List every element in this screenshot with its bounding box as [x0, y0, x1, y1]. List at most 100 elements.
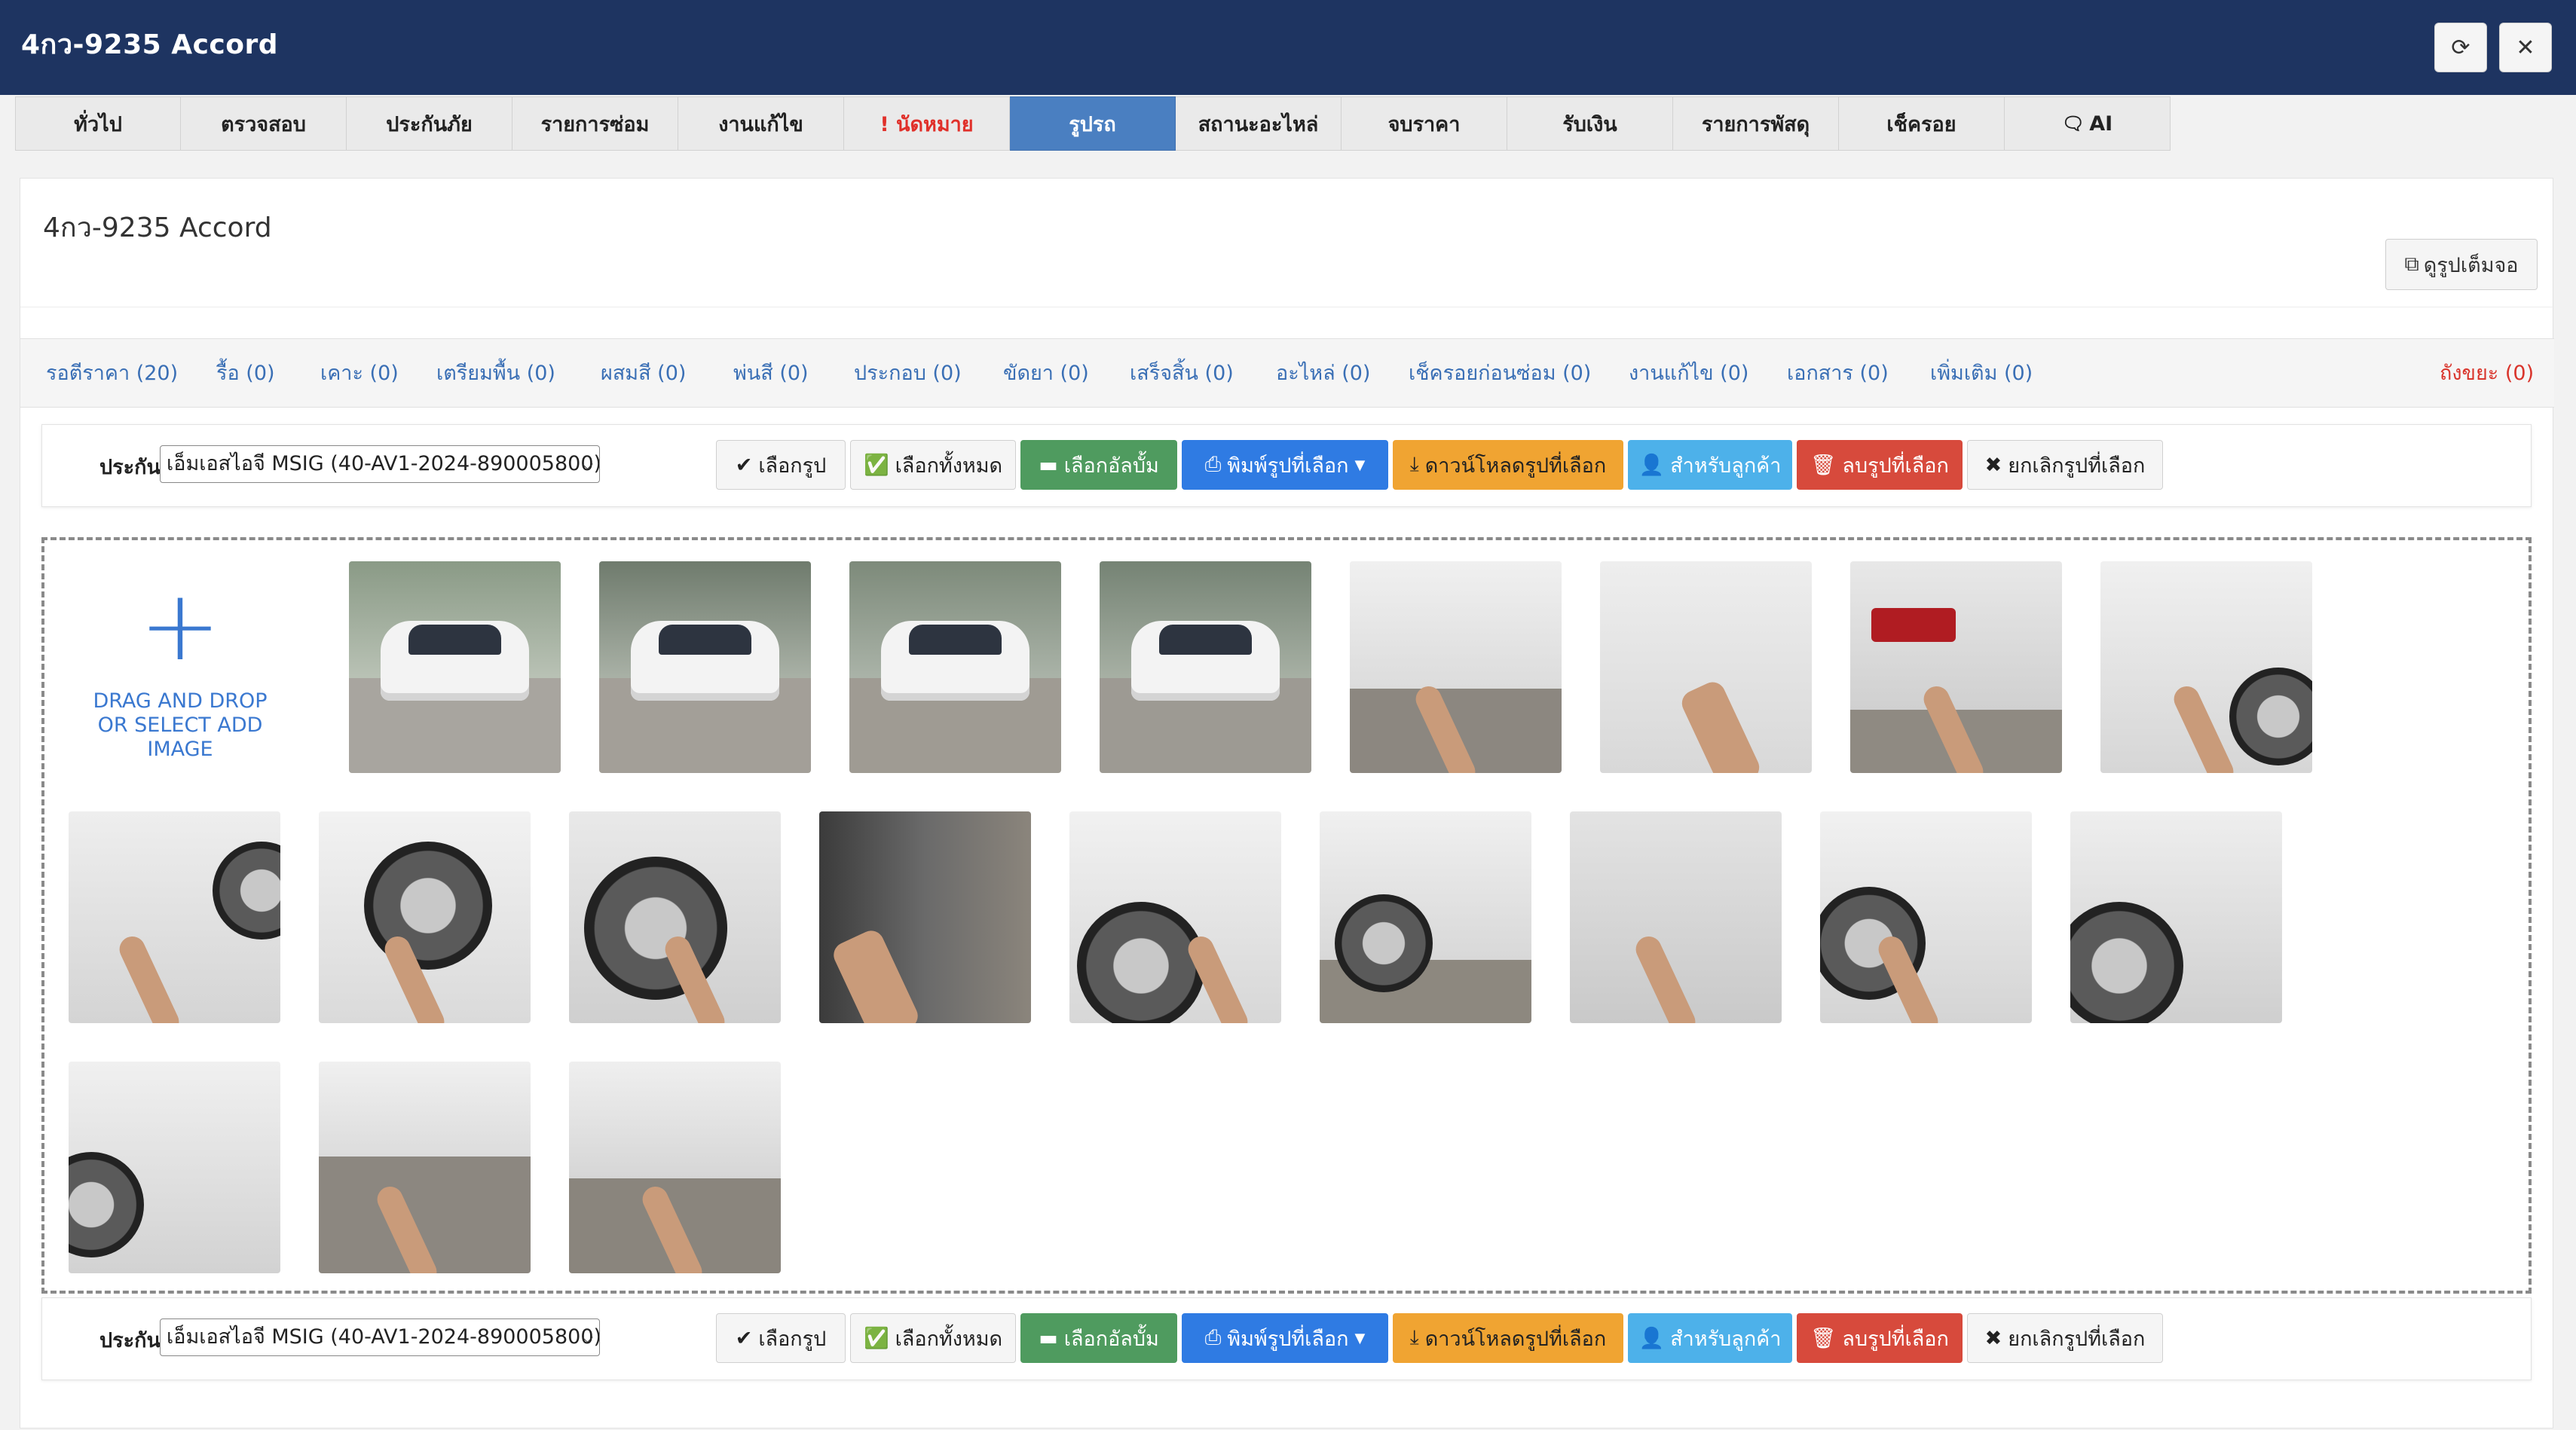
button-label: สำหรับลูกค้า — [1670, 454, 1782, 478]
external-link-icon: ⧉ — [2404, 252, 2419, 276]
print-selected-button[interactable]: ⎙ พิมพ์รูปที่เลือก ▼ — [1182, 1313, 1388, 1363]
category-panel-beating[interactable]: เคาะ (0) — [320, 339, 399, 408]
tab-label: สถานะอะไหล่ — [1198, 112, 1319, 136]
photo-thumbnail[interactable] — [319, 811, 531, 1023]
category-painting[interactable]: พ่นสี (0) — [733, 339, 809, 408]
photo-thumbnail[interactable] — [819, 811, 1031, 1023]
photo-thumbnail[interactable] — [1850, 561, 2062, 773]
photo-thumbnail[interactable] — [599, 561, 811, 773]
select-all-button[interactable]: ✅ เลือกทั้งหมด — [850, 1313, 1016, 1363]
category-parts[interactable]: อะไหล่ (0) — [1276, 339, 1370, 408]
tab-final-price[interactable]: จบราคา — [1342, 96, 1507, 151]
category-color-mixing[interactable]: ผสมสี (0) — [601, 339, 686, 408]
photo-thumbnail[interactable] — [2100, 561, 2312, 773]
trash-icon: 🗑 — [1810, 454, 1837, 477]
tab-parts-status[interactable]: สถานะอะไหล่ — [1176, 96, 1342, 151]
download-selected-button[interactable]: ⤓ ดาวน์โหลดรูปที่เลือก — [1393, 440, 1623, 490]
photo-thumbnail[interactable] — [2070, 811, 2282, 1023]
category-assembly[interactable]: ประกอบ (0) — [854, 339, 962, 408]
photo-thumbnail[interactable] — [1350, 561, 1562, 773]
close-button[interactable]: ✕ — [2499, 23, 2552, 72]
category-polishing[interactable]: ขัดยา (0) — [1003, 339, 1089, 408]
chevron-down-icon: ⌵ — [581, 455, 593, 473]
category-dismantle[interactable]: รื้อ (0) — [216, 339, 275, 408]
tab-general[interactable]: ทั่วไป — [15, 96, 181, 151]
tab-repair-list[interactable]: รายการซ่อม — [512, 96, 678, 151]
fullscreen-button[interactable]: ⧉ ดูรูปเต็มจอ — [2385, 239, 2538, 290]
photo-thumbnail[interactable] — [569, 1062, 781, 1273]
select-photo-button[interactable]: ✔ เลือกรูป — [716, 1313, 846, 1363]
tab-parcels[interactable]: รายการพัสดุ — [1673, 96, 1839, 151]
select-photo-button[interactable]: ✔ เลือกรูป — [716, 440, 846, 490]
category-trash[interactable]: ถังขยะ (0) — [2440, 339, 2534, 408]
tab-payment[interactable]: รับเงิน — [1507, 96, 1673, 151]
tab-appointment[interactable]: ! นัดหมาย — [844, 96, 1010, 151]
photo-thumbnail[interactable] — [349, 561, 561, 773]
times-icon: ✖ — [1984, 453, 2002, 477]
for-customer-button[interactable]: 👤 สำหรับลูกค้า — [1628, 440, 1792, 490]
select-all-button[interactable]: ✅ เลือกทั้งหมด — [850, 440, 1016, 490]
photo-toolbar-top: ประกัน เอ็มเอสไอจี MSIG (40-AV1-2024-890… — [41, 424, 2532, 507]
tab-inspection[interactable]: ตรวจสอบ — [181, 96, 347, 151]
photo-thumbnail[interactable] — [1820, 811, 2032, 1023]
check-icon: ✔ — [735, 453, 753, 477]
category-rework[interactable]: งานแก้ไข (0) — [1629, 339, 1748, 408]
photo-thumbnail[interactable] — [569, 811, 781, 1023]
tab-insurance[interactable]: ประกันภัย — [347, 96, 512, 151]
select-album-button[interactable]: ▬ เลือกอัลบั้ม — [1020, 440, 1177, 490]
tab-label: ทั่วไป — [74, 112, 122, 136]
tab-ai[interactable]: 🗨 AI — [2005, 96, 2171, 151]
add-image-tile[interactable]: + DRAG AND DROP OR SELECT ADD IMAGE — [67, 561, 293, 772]
photo-thumbnail[interactable] — [1570, 811, 1782, 1023]
tab-damage-check[interactable]: เช็ครอย — [1839, 96, 2005, 151]
deselect-button[interactable]: ✖ ยกเลิกรูปที่เลือก — [1967, 440, 2163, 490]
insurance-select[interactable]: เอ็มเอสไอจี MSIG (40-AV1-2024-890005800)… — [160, 445, 600, 483]
times-icon: ✖ — [1984, 1326, 2002, 1350]
insurance-label: ประกัน — [99, 456, 161, 479]
tab-label: รายการซ่อม — [540, 112, 650, 136]
category-surface-prep[interactable]: เตรียมพื้น (0) — [436, 339, 555, 408]
for-customer-button[interactable]: 👤 สำหรับลูกค้า — [1628, 1313, 1792, 1363]
category-additional[interactable]: เพิ่มเติม (0) — [1930, 339, 2033, 408]
button-label: พิมพ์รูปที่เลือก — [1227, 1327, 1349, 1351]
category-tabs: รอตีราคา (20) รื้อ (0) เคาะ (0) เตรียมพื… — [20, 338, 2554, 408]
delete-selected-button[interactable]: 🗑 ลบรูปที่เลือก — [1797, 440, 1963, 490]
tab-label: เช็ครอย — [1886, 112, 1956, 136]
print-selected-button[interactable]: ⎙ พิมพ์รูปที่เลือก ▼ — [1182, 440, 1388, 490]
tab-label: รายการพัสดุ — [1701, 112, 1810, 136]
photo-thumbnail[interactable] — [1600, 561, 1812, 773]
select-album-button[interactable]: ▬ เลือกอัลบั้ม — [1020, 1313, 1177, 1363]
category-documents[interactable]: เอกสาร (0) — [1787, 339, 1889, 408]
delete-selected-button[interactable]: 🗑 ลบรูปที่เลือก — [1797, 1313, 1963, 1363]
folder-icon: ▬ — [1039, 453, 1058, 477]
category-pre-repair-check[interactable]: เช็ครอยก่อนซ่อม (0) — [1409, 339, 1591, 408]
button-label: เลือกอัลบั้ม — [1063, 1327, 1159, 1351]
button-label: เลือกทั้งหมด — [895, 1327, 1003, 1351]
category-completed[interactable]: เสร็จสิ้น (0) — [1130, 339, 1234, 408]
photo-thumbnail[interactable] — [319, 1062, 531, 1273]
photo-thumbnail[interactable] — [849, 561, 1061, 773]
download-selected-button[interactable]: ⤓ ดาวน์โหลดรูปที่เลือก — [1393, 1313, 1623, 1363]
insurance-select-value: เอ็มเอสไอจี MSIG (40-AV1-2024-890005800) — [167, 452, 600, 475]
image-dropzone[interactable]: + DRAG AND DROP OR SELECT ADD IMAGE — [41, 537, 2532, 1294]
page-title: 4กว-9235 Accord — [43, 212, 272, 243]
photo-toolbar-bottom: ประกัน เอ็มเอสไอจี MSIG (40-AV1-2024-890… — [41, 1297, 2532, 1380]
photo-thumbnail[interactable] — [1100, 561, 1311, 773]
tab-label: รับเงิน — [1562, 112, 1617, 136]
button-label: ยกเลิกรูปที่เลือก — [2008, 1327, 2146, 1351]
tab-label: ! นัดหมาย — [880, 112, 974, 136]
insurance-select[interactable]: เอ็มเอสไอจี MSIG (40-AV1-2024-890005800)… — [160, 1318, 600, 1356]
button-label: เลือกทั้งหมด — [895, 454, 1003, 478]
deselect-button[interactable]: ✖ ยกเลิกรูปที่เลือก — [1967, 1313, 2163, 1363]
photo-thumbnail[interactable] — [1320, 811, 1531, 1023]
tab-label: AI — [2089, 112, 2113, 136]
category-awaiting-quote[interactable]: รอตีราคา (20) — [46, 339, 178, 408]
photo-thumbnail[interactable] — [1069, 811, 1281, 1023]
photo-thumbnail[interactable] — [69, 1062, 280, 1273]
download-icon: ⤓ — [1409, 453, 1419, 476]
refresh-button[interactable]: ⟳ — [2434, 23, 2487, 72]
photo-thumbnail[interactable] — [69, 811, 280, 1023]
tab-car-photos[interactable]: รูปรถ — [1010, 96, 1176, 151]
fullscreen-label: ดูรูปเต็มจอ — [2423, 253, 2519, 277]
tab-rework[interactable]: งานแก้ไข — [678, 96, 844, 151]
